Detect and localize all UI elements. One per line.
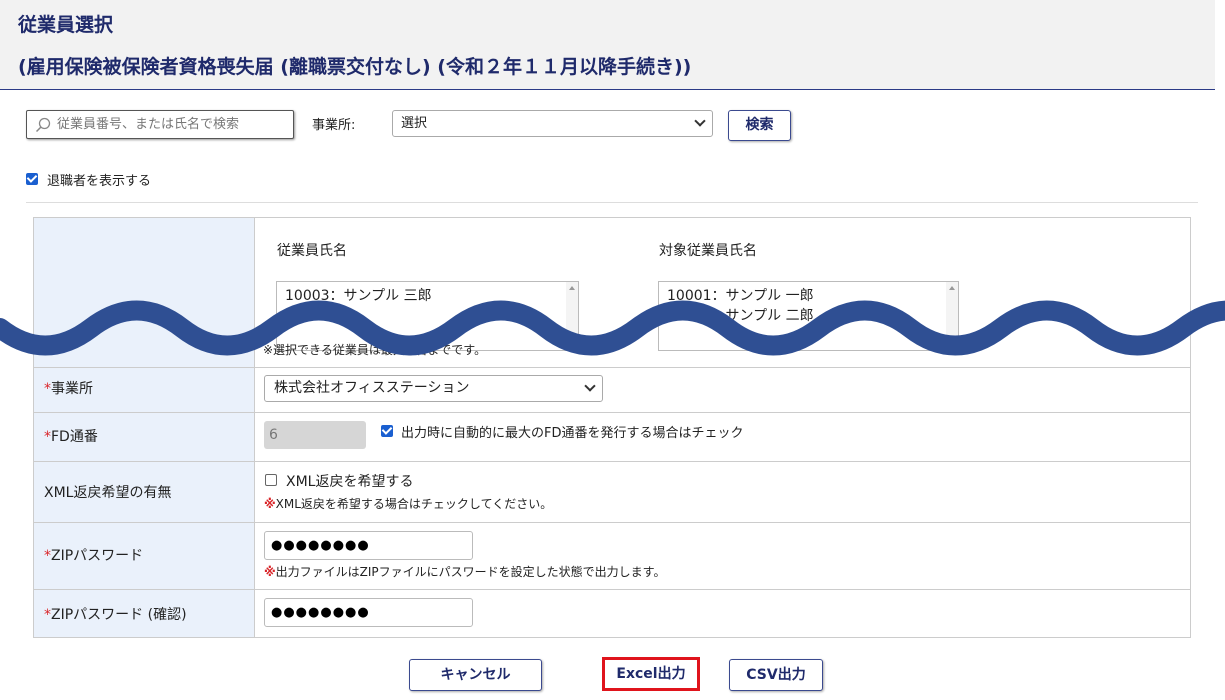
zip-password-row-label: *ZIPパスワード [44,548,144,564]
wave-decoration [0,300,1225,356]
target-employee-list-title: 対象従業員氏名 [659,243,757,259]
cancel-button[interactable]: キャンセル [409,659,542,691]
employee-search-box[interactable] [26,110,294,139]
employee-search-input[interactable] [57,114,287,135]
row-divider [34,412,1190,413]
row-divider [34,522,1190,523]
zip-password-note: ※出力ファイルはZIPファイルにパスワードを設定した状態で出力します。 [264,565,666,579]
fd-row-label: *FD通番 [44,429,98,445]
office-filter-value: 選択 [401,116,428,131]
employee-list-title: 従業員氏名 [277,243,347,259]
search-button[interactable]: 検索 [728,110,791,141]
page-header: 従業員選択 (雇用保険被保険者資格喪失届 (離職票交付なし) (令和２年１１月以… [0,0,1215,90]
xml-return-label: XML返戻を希望する [286,474,414,490]
row-divider [34,461,1190,462]
row-divider [34,589,1190,590]
fd-auto-checkbox[interactable] [381,425,393,437]
office-filter-label: 事業所: [312,118,356,133]
search-icon [35,117,51,133]
csv-export-button[interactable]: CSV出力 [729,659,823,691]
show-retired-checkbox[interactable] [26,173,38,185]
show-retired-label: 退職者を表示する [47,174,152,189]
office-row-label: *事業所 [44,381,93,397]
zip-password-confirm-input[interactable]: ●●●●●●●● [264,598,473,627]
chevron-down-icon [694,115,706,127]
row-divider [34,367,1190,368]
xml-note: ※XML返戻を希望する場合はチェックしてください。 [264,497,553,511]
chevron-down-icon [584,380,596,392]
xml-return-checkbox[interactable] [265,474,277,486]
divider [26,202,1198,203]
excel-export-button[interactable]: Excel出力 [602,657,700,691]
zip-password-confirm-row-label: *ZIPパスワード (確認) [44,607,187,623]
page-subtitle: (雇用保険被保険者資格喪失届 (離職票交付なし) (令和２年１１月以降手続き)) [18,56,692,78]
page-title: 従業員選択 [18,14,114,36]
company-select-value: 株式会社オフィスステーション [274,380,470,396]
xml-row-label: XML返戻希望の有無 [44,485,172,501]
fd-auto-label: 出力時に自動的に最大のFD通番を発行する場合はチェック [401,426,744,441]
office-filter-select[interactable]: 選択 [392,110,713,137]
fd-number-input[interactable]: 6 [264,421,366,449]
company-select[interactable]: 株式会社オフィスステーション [264,375,603,402]
zip-password-input[interactable]: ●●●●●●●● [264,531,473,560]
